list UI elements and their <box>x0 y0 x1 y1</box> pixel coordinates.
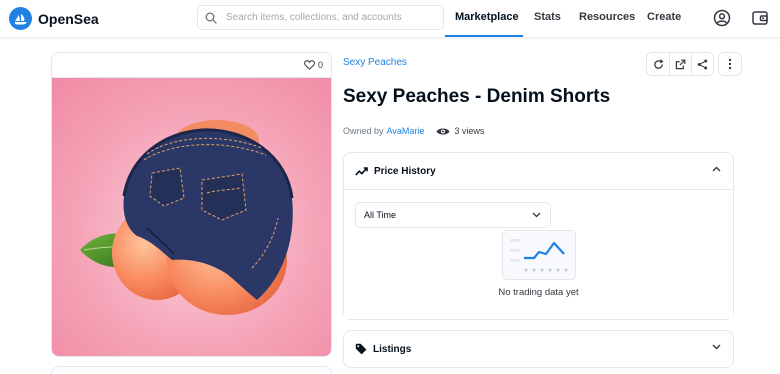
chevron-down-icon <box>532 212 541 218</box>
more-icon <box>728 58 732 70</box>
search-icon <box>205 12 217 24</box>
brand-name: OpenSea <box>38 10 99 27</box>
item-details-card <box>51 366 332 374</box>
view-count: 3 views <box>436 126 484 136</box>
item-owner-row: Owned by AvaMarie 3 views <box>343 126 484 136</box>
search-placeholder: Search items, collections, and accounts <box>226 12 402 23</box>
item-actions <box>646 52 742 76</box>
collection-link[interactable]: Sexy Peaches <box>343 57 407 68</box>
chevron-down-icon[interactable] <box>712 344 721 350</box>
listings-title: Listings <box>373 343 412 355</box>
item-title: Sexy Peaches - Denim Shorts <box>343 86 611 107</box>
refresh-button[interactable] <box>647 53 669 75</box>
time-period-value: All Time <box>364 210 397 220</box>
share-button[interactable] <box>691 53 713 75</box>
time-period-select[interactable]: All Time <box>355 202 551 228</box>
nav-resources[interactable]: Resources <box>579 11 635 23</box>
favorite-count: 0 <box>317 60 323 70</box>
wallet-icon[interactable] <box>751 9 769 27</box>
action-group <box>646 52 714 76</box>
more-options-button[interactable] <box>719 53 741 75</box>
open-external-button[interactable] <box>669 53 691 75</box>
peach-denim-artwork <box>80 120 294 315</box>
price-history-header[interactable]: Price History <box>344 153 733 189</box>
listings-header[interactable]: Listings <box>344 331 733 367</box>
refresh-icon <box>653 58 663 69</box>
views-text: 3 views <box>454 126 485 136</box>
nav-marketplace[interactable]: Marketplace <box>455 11 519 23</box>
opensea-logo[interactable]: OpenSea <box>9 7 99 30</box>
nav-create[interactable]: Create <box>647 11 681 23</box>
owner-link[interactable]: AvaMarie <box>387 126 425 136</box>
more-group <box>718 52 742 76</box>
chevron-up-icon[interactable] <box>712 166 721 172</box>
image-card-toolbar: 0 <box>52 53 331 78</box>
price-history-panel: Price History All Time No trading data y… <box>343 152 734 320</box>
active-nav-indicator <box>445 35 523 37</box>
external-link-icon <box>675 59 686 69</box>
tag-icon <box>355 343 367 355</box>
account-icon[interactable] <box>713 9 731 27</box>
no-data-chart-illustration <box>502 230 576 280</box>
price-history-body: All Time No trading data yet <box>344 189 733 319</box>
no-trading-data-text: No trading data yet <box>498 287 579 298</box>
favorite-button[interactable]: 0 <box>304 60 323 70</box>
owned-by-label: Owned by <box>343 126 384 136</box>
search-input[interactable]: Search items, collections, and accounts <box>197 5 444 30</box>
price-history-title: Price History <box>374 165 436 177</box>
listings-panel: Listings <box>343 330 734 368</box>
nav-stats[interactable]: Stats <box>534 11 561 23</box>
heart-icon <box>304 60 315 70</box>
nft-artwork-image[interactable] <box>52 78 331 356</box>
eye-icon <box>436 128 450 134</box>
top-nav-bar: OpenSea Search items, collections, and a… <box>0 0 780 37</box>
trend-icon <box>355 166 368 176</box>
share-icon <box>697 59 708 69</box>
opensea-logo-icon <box>9 7 32 30</box>
item-image-card: 0 <box>51 52 332 357</box>
